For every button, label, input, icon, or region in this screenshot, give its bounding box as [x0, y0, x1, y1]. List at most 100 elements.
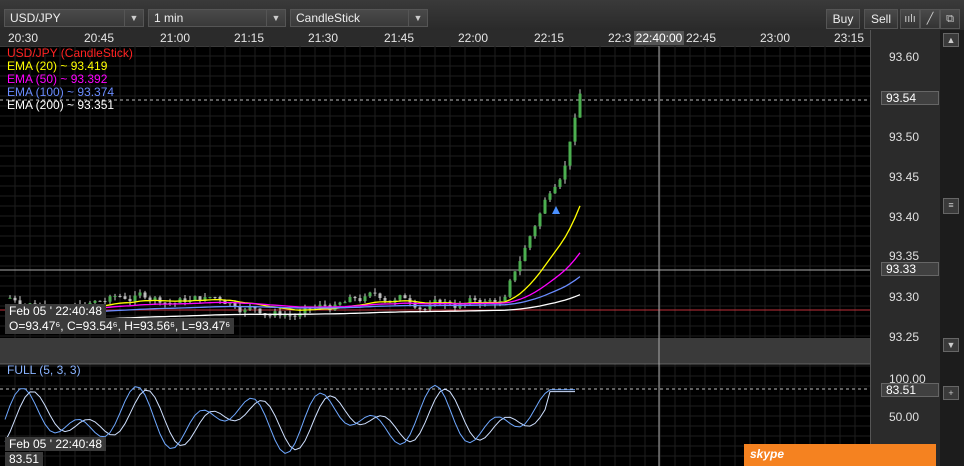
time-label: 21:45: [384, 31, 415, 45]
candle: [523, 247, 527, 262]
candle: [283, 315, 287, 317]
candle: [578, 93, 582, 118]
candle: [503, 296, 507, 301]
price-label: 93.45: [889, 170, 920, 184]
stoch-value-box: 83.51: [881, 383, 939, 397]
candle: [148, 297, 152, 301]
candle: [323, 304, 327, 306]
price-chart[interactable]: [0, 46, 870, 466]
candle: [403, 295, 407, 299]
toolbar: USD/JPY ▼ 1 min ▼ CandleStick ▼ Buy Sell…: [0, 0, 964, 31]
stoch-label: FULL (5, 3, 3): [7, 363, 81, 377]
candle: [293, 315, 297, 317]
candle: [488, 299, 492, 302]
candle: [358, 298, 362, 302]
time-label: 23:15: [834, 31, 865, 45]
candle: [238, 306, 242, 313]
candle: [268, 315, 272, 317]
time-label: 21:00: [160, 31, 191, 45]
candle: [363, 296, 367, 302]
stoch-axis-label: 50.00: [889, 410, 920, 424]
candle: [288, 315, 292, 317]
time-label: 22:45: [686, 31, 717, 45]
time-label: 21:15: [234, 31, 265, 45]
candle: [548, 193, 552, 200]
candle: [568, 141, 572, 166]
candle: [8, 297, 12, 299]
draw-line-icon[interactable]: ╱: [920, 9, 940, 29]
candle: [473, 298, 477, 300]
price-label: 93.60: [889, 50, 920, 64]
chart-grid: [0, 46, 870, 466]
candle: [143, 292, 147, 298]
candle: [573, 117, 577, 142]
candle: [103, 301, 107, 303]
candle: [353, 296, 357, 299]
candle: [258, 308, 262, 314]
candle: [193, 296, 197, 301]
time-label: 20:30: [8, 31, 39, 45]
chart-style-label: CandleStick: [296, 11, 361, 25]
price-label: 93.25: [889, 330, 920, 344]
vertical-scrollbar[interactable]: [940, 30, 964, 466]
popout-icon[interactable]: ⧉: [940, 9, 960, 29]
skype-bar[interactable]: skype: [744, 444, 936, 466]
candle: [118, 296, 122, 298]
symbol-label: USD/JPY: [10, 11, 61, 25]
candle: [538, 213, 542, 227]
candle: [398, 295, 402, 300]
candle: [518, 261, 522, 272]
scroll-up-icon[interactable]: ▲: [943, 33, 959, 47]
crosshair-price-box: 93.33: [881, 262, 939, 276]
candle: [558, 179, 562, 187]
price-axis: 93.60 93.54 93.50 93.45 93.40 93.35 93.3…: [870, 30, 941, 466]
candle: [378, 293, 382, 299]
time-label: 20:45: [84, 31, 115, 45]
candle: [343, 302, 347, 304]
stoch-add-icon[interactable]: +: [943, 386, 959, 400]
skype-logo: skype: [750, 447, 785, 461]
candle: [533, 226, 537, 237]
candle: [213, 297, 217, 299]
interval-dropdown[interactable]: 1 min ▼: [148, 9, 286, 27]
candle: [248, 307, 252, 310]
candle: [113, 296, 117, 298]
candle: [98, 300, 102, 302]
sell-button[interactable]: Sell: [864, 9, 898, 29]
legend-ema200: EMA (200) ~ 93.351: [7, 98, 115, 112]
bar-chart-icon[interactable]: ıılı: [900, 9, 920, 29]
stoch-value: 83.51: [5, 452, 44, 466]
candle: [273, 311, 277, 316]
candle: [563, 165, 567, 180]
price-label: 93.35: [889, 249, 920, 263]
pane-separator[interactable]: [0, 338, 870, 364]
candle: [418, 307, 422, 310]
buy-button[interactable]: Buy: [826, 9, 860, 29]
candle: [243, 309, 247, 313]
chevron-down-icon: ▼: [408, 10, 427, 26]
signal-arrow-icon: [552, 206, 560, 214]
chevron-down-icon: ▼: [266, 10, 285, 26]
candle: [123, 296, 127, 299]
candle: [513, 271, 517, 281]
stoch-date: Feb 05 ' 22:40:48: [5, 437, 107, 451]
candle: [133, 295, 137, 302]
candle: [93, 300, 97, 303]
time-label: 22:00: [458, 31, 489, 45]
chevron-down-icon: ▼: [124, 10, 143, 26]
scroll-thumb[interactable]: ≡: [943, 198, 959, 214]
current-price-box: 93.54: [881, 91, 939, 105]
info-ohlc: O=93.47⁶, C=93.54⁶, H=93.56⁶, L=93.47⁶: [5, 318, 235, 334]
chart-style-dropdown[interactable]: CandleStick ▼: [290, 9, 428, 27]
time-label: 22:15: [534, 31, 565, 45]
candle: [543, 199, 547, 214]
candle: [208, 297, 212, 299]
candle: [108, 296, 112, 302]
candle: [138, 292, 142, 296]
price-label: 93.30: [889, 290, 920, 304]
time-axis: 20:30 20:45 21:00 21:15 21:30 21:45 22:0…: [0, 30, 870, 47]
candle: [338, 302, 342, 305]
scroll-down-icon[interactable]: ▼: [943, 338, 959, 352]
symbol-dropdown[interactable]: USD/JPY ▼: [4, 9, 144, 27]
candle: [373, 292, 377, 294]
